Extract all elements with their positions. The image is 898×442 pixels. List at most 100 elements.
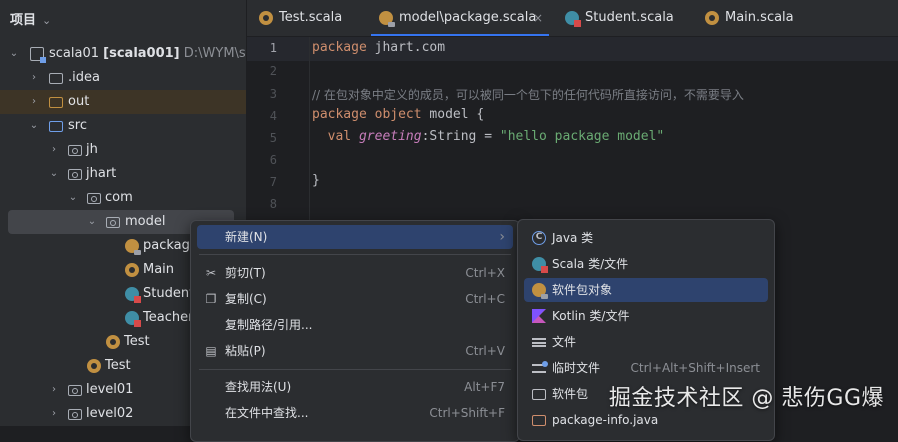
line-number: 5 (269, 131, 277, 145)
tree-item-src[interactable]: ⌄ src (0, 114, 246, 138)
menu-item-copy-path[interactable]: 复制路径/引用... (197, 313, 513, 337)
keyword: package (312, 40, 367, 55)
package-icon (68, 385, 82, 396)
java-class-icon: C (532, 231, 546, 245)
package-icon (106, 217, 120, 228)
chevron-right-icon: › (499, 229, 505, 245)
tree-label: out (68, 94, 90, 109)
menu-shortcut: Ctrl+C (465, 292, 505, 306)
code-line-7: } (312, 173, 320, 188)
chevron-right-icon[interactable]: › (28, 90, 40, 114)
chevron-down-icon[interactable]: ⌄ (42, 14, 51, 27)
copy-icon: ❐ (205, 292, 217, 306)
tree-label: .idea (68, 70, 100, 85)
project-panel-header[interactable]: 项目 ⌄ (10, 9, 51, 28)
scala-class-icon (565, 11, 581, 27)
file-icon (532, 338, 546, 347)
menu-item-label: 软件包 (552, 387, 589, 401)
menu-item-label: 临时文件 (552, 361, 601, 375)
menu-shortcut: Ctrl+X (465, 266, 505, 280)
package-info-icon (532, 415, 546, 426)
code-line-3: // 在包对象中定义的成员，可以被同一个包下的任何代码所直接访问，不需要导入 (312, 86, 744, 103)
tab-label: Student.scala (585, 10, 674, 25)
chevron-down-icon[interactable]: ⌄ (86, 210, 98, 234)
menu-item-label: Scala 类/文件 (552, 257, 629, 271)
scala-object-icon (87, 359, 101, 373)
tree-label: jh (86, 142, 98, 157)
tree-label: jhart (86, 166, 117, 181)
menu-item-paste[interactable]: ▤ 粘贴(P) Ctrl+V (197, 339, 513, 363)
scala-object-icon (259, 11, 273, 25)
menu-separator (199, 369, 511, 370)
code-identifier: greeting (358, 129, 422, 144)
code-text: :String = (421, 129, 500, 144)
folder-icon (49, 73, 63, 84)
scala-object-icon (125, 263, 139, 277)
tree-label: level02 (86, 406, 134, 421)
tree-item-com[interactable]: ⌄ com (0, 186, 246, 210)
tree-label: Teacher (143, 310, 194, 325)
kotlin-icon (532, 309, 546, 323)
tree-item-jhart[interactable]: ⌄ jhart (0, 162, 246, 186)
package-icon (68, 145, 82, 156)
chevron-right-icon[interactable]: › (48, 138, 60, 162)
submenu-item-file[interactable]: 文件 (524, 330, 768, 354)
chevron-right-icon[interactable]: › (48, 378, 60, 402)
code-line-1: package jhart.com (312, 40, 445, 55)
code-text: } (312, 173, 320, 188)
chevron-down-icon[interactable]: ⌄ (8, 42, 20, 66)
tab-label: Main.scala (725, 10, 794, 25)
scala-class-icon (125, 311, 141, 327)
menu-shortcut: Alt+F7 (464, 380, 505, 394)
chevron-down-icon[interactable]: ⌄ (28, 114, 40, 138)
paste-icon: ▤ (205, 344, 217, 358)
package-icon (532, 389, 546, 400)
tree-label: model (125, 214, 166, 229)
menu-item-cut[interactable]: ✂ 剪切(T) Ctrl+X (197, 261, 513, 285)
close-icon[interactable]: × (533, 0, 543, 36)
line-number: 3 (269, 87, 277, 101)
tree-item-scala01[interactable]: ⌄ scala01 [scala001] D:\WYM\scala (0, 42, 246, 66)
menu-item-find-in-files[interactable]: 在文件中查找... Ctrl+Shift+F (197, 401, 513, 425)
menu-item-label: 粘贴(P) (225, 344, 266, 358)
project-panel-title: 项目 (10, 13, 37, 28)
menu-item-label: 查找用法(U) (225, 380, 292, 394)
submenu-item-package-object[interactable]: 软件包对象 (524, 278, 768, 302)
menu-item-label: 剪切(T) (225, 266, 266, 280)
tree-item-out[interactable]: › out (0, 90, 246, 114)
package-icon (68, 409, 82, 420)
tree-path: D:\WYM\scala (183, 46, 246, 61)
menu-separator (199, 254, 511, 255)
submenu-item-java-class[interactable]: C Java 类 (524, 226, 768, 250)
menu-item-label: Java 类 (552, 231, 594, 245)
tab-label: Test.scala (279, 10, 343, 25)
chevron-right-icon[interactable]: › (28, 66, 40, 90)
submenu-item-scratch-file[interactable]: 临时文件 Ctrl+Alt+Shift+Insert (524, 356, 768, 380)
code-line-5: val greeting:String = "hello package mod… (312, 129, 665, 144)
chevron-down-icon[interactable]: ⌄ (67, 186, 79, 210)
keyword: val (312, 129, 359, 144)
package-object-icon (532, 283, 548, 299)
source-folder-icon (49, 121, 63, 132)
editor-tab-bar: Test.scala model\package.scala × Student… (247, 0, 898, 37)
scala-class-icon (125, 287, 141, 303)
tab-package-scala[interactable]: model\package.scala × (371, 0, 549, 36)
tree-label: src (68, 118, 87, 133)
tree-item-jh[interactable]: › jh (0, 138, 246, 162)
menu-shortcut: Ctrl+V (465, 344, 505, 358)
package-icon (87, 193, 101, 204)
module-icon (30, 47, 46, 63)
menu-item-new[interactable]: 新建(N) › (197, 225, 513, 249)
chevron-right-icon[interactable]: › (48, 402, 60, 426)
menu-item-copy[interactable]: ❐ 复制(C) Ctrl+C (197, 287, 513, 311)
submenu-item-scala-class[interactable]: Scala 类/文件 (524, 252, 768, 276)
line-number: 2 (269, 64, 277, 78)
menu-item-find-usages[interactable]: 查找用法(U) Alt+F7 (197, 375, 513, 399)
submenu-item-kotlin[interactable]: Kotlin 类/文件 (524, 304, 768, 328)
tree-item-idea[interactable]: › .idea (0, 66, 246, 90)
package-icon (68, 169, 82, 180)
menu-item-label: 复制路径/引用... (225, 318, 313, 332)
code-string: "hello package model" (499, 129, 665, 144)
scala-object-icon (106, 335, 120, 349)
chevron-down-icon[interactable]: ⌄ (48, 162, 60, 186)
